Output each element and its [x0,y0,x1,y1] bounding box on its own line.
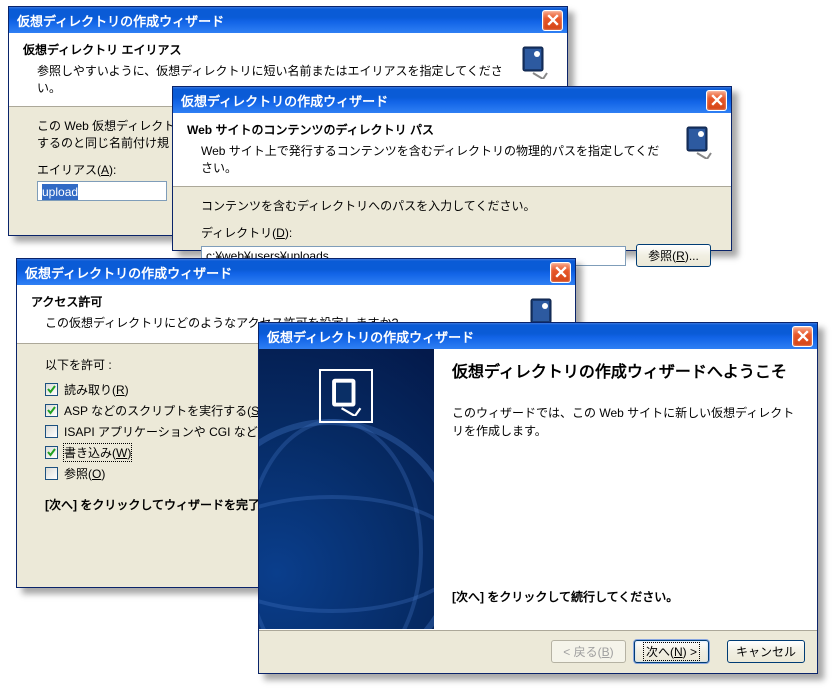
window-title: 仮想ディレクトリの作成ウィザード [17,11,542,30]
prompt-text: コンテンツを含むディレクトリへのパスを入力してください。 [201,197,711,214]
checkbox-icon [45,425,58,438]
globe-graphic [259,419,434,629]
window-title: 仮想ディレクトリの作成ウィザード [25,263,550,282]
close-button[interactable] [706,90,727,111]
wizard-header: Web サイトのコンテンツのディレクトリ パス Web サイト上で発行するコンテ… [173,113,731,187]
close-icon [547,14,559,26]
perm-read-label: 読み取り(R) [64,381,129,398]
checkbox-icon [45,467,58,480]
wizard-book-icon [515,41,555,81]
wizard-footer: < 戻る(B) 次へ(N) > キャンセル [259,629,817,673]
welcome-desc: このウィザードでは、この Web サイトに新しい仮想ディレクトリを作成します。 [452,404,799,440]
titlebar: 仮想ディレクトリの作成ウィザード [173,87,731,113]
wizard-side-panel [259,349,434,629]
wizard-book-icon [319,369,373,423]
checkbox-icon [45,383,58,396]
next-button[interactable]: 次へ(N) > [634,640,709,663]
perm-asp-label: ASP などのスクリプトを実行する(S) [64,402,263,419]
back-button: < 戻る(B) [551,640,626,663]
close-icon [797,330,809,342]
close-icon [711,94,723,106]
perm-write-label: 書き込み(W) [64,444,131,461]
directory-label: ディレクトリ(D): [201,224,711,241]
header-title: アクセス許可 [31,293,515,310]
header-desc: Web サイト上で発行するコンテンツを含むディレクトリの物理的パスを指定してくだ… [187,142,671,176]
titlebar: 仮想ディレクトリの作成ウィザード [9,7,567,33]
wizard-book-icon [679,121,719,161]
header-title: Web サイトのコンテンツのディレクトリ パス [187,121,671,138]
wizard-body: 仮想ディレクトリの作成ウィザードへようこそ このウィザードでは、この Web サ… [259,349,817,629]
window-title: 仮想ディレクトリの作成ウィザード [267,327,792,346]
perm-browse-label: 参照(O) [64,465,105,482]
checkbox-icon [45,446,58,459]
alias-input[interactable]: upload [37,181,167,201]
cancel-button[interactable]: キャンセル [727,640,805,663]
browse-button[interactable]: 参照(R)... [636,244,711,267]
titlebar: 仮想ディレクトリの作成ウィザード [259,323,817,349]
close-button[interactable] [550,262,571,283]
welcome-title: 仮想ディレクトリの作成ウィザードへようこそ [452,363,799,384]
close-button[interactable] [792,326,813,347]
wizard-dialog-welcome: 仮想ディレクトリの作成ウィザード 仮想ディレクトリの作成ウィザードへようこそ こ… [258,322,818,674]
window-title: 仮想ディレクトリの作成ウィザード [181,91,706,110]
next-hint: [次へ] をクリックして続行してください。 [452,588,799,615]
header-title: 仮想ディレクトリ エイリアス [23,41,507,58]
checkbox-icon [45,404,58,417]
alias-value: upload [42,184,78,200]
titlebar: 仮想ディレクトリの作成ウィザード [17,259,575,285]
wizard-content: 仮想ディレクトリの作成ウィザードへようこそ このウィザードでは、この Web サ… [434,349,817,629]
close-icon [555,266,567,278]
wizard-dialog-path: 仮想ディレクトリの作成ウィザード Web サイトのコンテンツのディレクトリ パス… [172,86,732,251]
close-button[interactable] [542,10,563,31]
